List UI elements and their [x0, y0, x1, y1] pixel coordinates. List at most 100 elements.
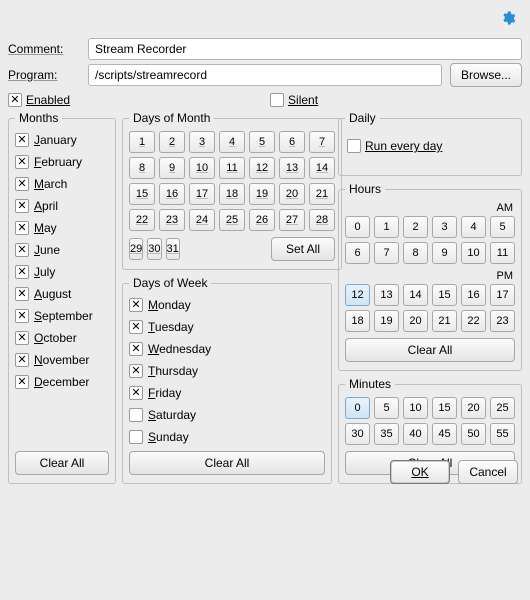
- dow-clear-all-button[interactable]: Clear All: [129, 451, 325, 475]
- dom-day-4[interactable]: 4: [219, 131, 245, 153]
- minute-10[interactable]: 10: [403, 397, 428, 419]
- dom-day-2[interactable]: 2: [159, 131, 185, 153]
- minute-25[interactable]: 25: [490, 397, 515, 419]
- hours-clear-all-button[interactable]: Clear All: [345, 338, 515, 362]
- dom-day-31[interactable]: 31: [166, 238, 180, 260]
- cancel-button[interactable]: Cancel: [458, 460, 518, 484]
- dom-day-26[interactable]: 26: [249, 209, 275, 231]
- dom-day-24[interactable]: 24: [189, 209, 215, 231]
- minute-40[interactable]: 40: [403, 423, 428, 445]
- comment-label: Comment:: [8, 42, 80, 56]
- hour-0[interactable]: 0: [345, 216, 370, 238]
- dom-day-10[interactable]: 10: [189, 157, 215, 179]
- dom-day-13[interactable]: 13: [279, 157, 305, 179]
- month-checkbox-april[interactable]: ✕: [15, 199, 29, 213]
- browse-button[interactable]: Browse...: [450, 63, 522, 87]
- month-checkbox-august[interactable]: ✕: [15, 287, 29, 301]
- month-checkbox-july[interactable]: ✕: [15, 265, 29, 279]
- hour-12[interactable]: 12: [345, 284, 370, 306]
- dom-day-20[interactable]: 20: [279, 183, 305, 205]
- hour-5[interactable]: 5: [490, 216, 515, 238]
- dom-day-17[interactable]: 17: [189, 183, 215, 205]
- minute-15[interactable]: 15: [432, 397, 457, 419]
- dom-day-15[interactable]: 15: [129, 183, 155, 205]
- minute-0[interactable]: 0: [345, 397, 370, 419]
- dow-checkbox-friday[interactable]: ✕: [129, 386, 143, 400]
- dom-day-25[interactable]: 25: [219, 209, 245, 231]
- month-checkbox-june[interactable]: ✕: [15, 243, 29, 257]
- hour-2[interactable]: 2: [403, 216, 428, 238]
- hour-18[interactable]: 18: [345, 310, 370, 332]
- minute-30[interactable]: 30: [345, 423, 370, 445]
- month-checkbox-november[interactable]: ✕: [15, 353, 29, 367]
- hour-16[interactable]: 16: [461, 284, 486, 306]
- hour-13[interactable]: 13: [374, 284, 399, 306]
- month-checkbox-december[interactable]: ✕: [15, 375, 29, 389]
- dom-day-1[interactable]: 1: [129, 131, 155, 153]
- dom-day-14[interactable]: 14: [309, 157, 335, 179]
- month-checkbox-january[interactable]: ✕: [15, 133, 29, 147]
- month-checkbox-march[interactable]: ✕: [15, 177, 29, 191]
- dom-day-8[interactable]: 8: [129, 157, 155, 179]
- minute-45[interactable]: 45: [432, 423, 457, 445]
- dow-checkbox-tuesday[interactable]: ✕: [129, 320, 143, 334]
- dom-day-22[interactable]: 22: [129, 209, 155, 231]
- dom-day-29[interactable]: 29: [129, 238, 143, 260]
- hour-14[interactable]: 14: [403, 284, 428, 306]
- month-checkbox-october[interactable]: ✕: [15, 331, 29, 345]
- dom-day-11[interactable]: 11: [219, 157, 245, 179]
- dom-day-6[interactable]: 6: [279, 131, 305, 153]
- minute-50[interactable]: 50: [461, 423, 486, 445]
- enabled-checkbox[interactable]: ✕: [8, 93, 22, 107]
- dow-checkbox-wednesday[interactable]: ✕: [129, 342, 143, 356]
- minute-5[interactable]: 5: [374, 397, 399, 419]
- hour-21[interactable]: 21: [432, 310, 457, 332]
- dom-day-28[interactable]: 28: [309, 209, 335, 231]
- dom-day-30[interactable]: 30: [147, 238, 161, 260]
- dom-day-23[interactable]: 23: [159, 209, 185, 231]
- hour-11[interactable]: 11: [490, 242, 515, 264]
- minute-35[interactable]: 35: [374, 423, 399, 445]
- dom-day-21[interactable]: 21: [309, 183, 335, 205]
- hour-9[interactable]: 9: [432, 242, 457, 264]
- ok-button[interactable]: OK: [390, 460, 450, 484]
- month-checkbox-february[interactable]: ✕: [15, 155, 29, 169]
- hour-20[interactable]: 20: [403, 310, 428, 332]
- months-clear-all-button[interactable]: Clear All: [15, 451, 109, 475]
- dom-set-all-button[interactable]: Set All: [271, 237, 335, 261]
- minute-55[interactable]: 55: [490, 423, 515, 445]
- settings-gear-icon[interactable]: [500, 10, 516, 31]
- hour-23[interactable]: 23: [490, 310, 515, 332]
- hour-8[interactable]: 8: [403, 242, 428, 264]
- minute-20[interactable]: 20: [461, 397, 486, 419]
- program-input[interactable]: [88, 64, 442, 86]
- hour-22[interactable]: 22: [461, 310, 486, 332]
- dom-day-9[interactable]: 9: [159, 157, 185, 179]
- hour-4[interactable]: 4: [461, 216, 486, 238]
- dom-day-18[interactable]: 18: [219, 183, 245, 205]
- dow-checkbox-saturday[interactable]: [129, 408, 143, 422]
- hour-10[interactable]: 10: [461, 242, 486, 264]
- run-every-day-checkbox[interactable]: [347, 139, 361, 153]
- dow-checkbox-thursday[interactable]: ✕: [129, 364, 143, 378]
- comment-input[interactable]: [88, 38, 522, 60]
- dom-day-5[interactable]: 5: [249, 131, 275, 153]
- hour-15[interactable]: 15: [432, 284, 457, 306]
- dow-checkbox-monday[interactable]: ✕: [129, 298, 143, 312]
- dom-day-3[interactable]: 3: [189, 131, 215, 153]
- hour-3[interactable]: 3: [432, 216, 457, 238]
- month-checkbox-may[interactable]: ✕: [15, 221, 29, 235]
- dom-day-19[interactable]: 19: [249, 183, 275, 205]
- hour-17[interactable]: 17: [490, 284, 515, 306]
- dom-day-27[interactable]: 27: [279, 209, 305, 231]
- silent-checkbox[interactable]: [270, 93, 284, 107]
- hour-19[interactable]: 19: [374, 310, 399, 332]
- dow-checkbox-sunday[interactable]: [129, 430, 143, 444]
- dom-day-12[interactable]: 12: [249, 157, 275, 179]
- dom-day-7[interactable]: 7: [309, 131, 335, 153]
- hour-7[interactable]: 7: [374, 242, 399, 264]
- hour-6[interactable]: 6: [345, 242, 370, 264]
- hour-1[interactable]: 1: [374, 216, 399, 238]
- month-checkbox-september[interactable]: ✕: [15, 309, 29, 323]
- dom-day-16[interactable]: 16: [159, 183, 185, 205]
